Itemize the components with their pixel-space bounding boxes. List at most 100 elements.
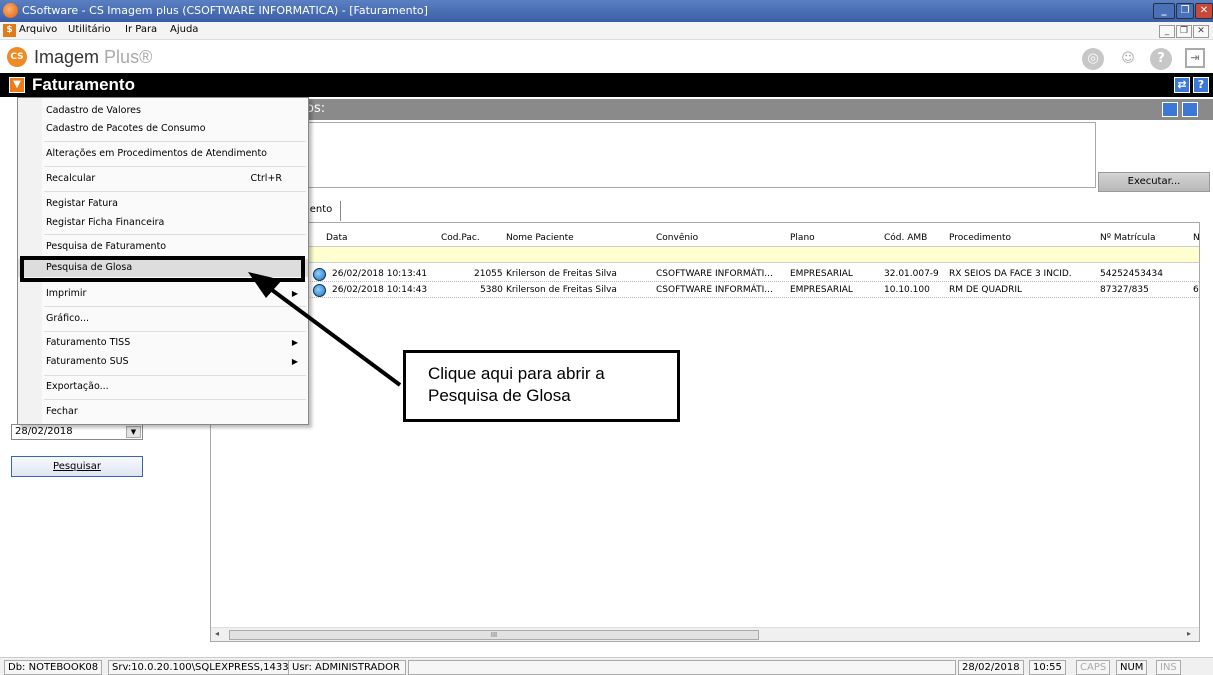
cell-registration: 54252453434 bbox=[1100, 269, 1163, 279]
results-grid: Data Cod.Pac. Nome Paciente Convênio Pla… bbox=[210, 222, 1200, 642]
status-date: 28/02/2018 bbox=[958, 660, 1024, 675]
menu-item-label: Exportação... bbox=[46, 381, 109, 392]
help-icon[interactable]: ? bbox=[1150, 48, 1172, 70]
menu-item-label: Cadastro de Valores bbox=[46, 105, 141, 116]
record-icon bbox=[313, 268, 326, 281]
cell-registration: 87327/835 bbox=[1100, 285, 1149, 295]
column-header[interactable]: Cód. AMB bbox=[884, 233, 927, 243]
cell-amb: 32.01.007-9 bbox=[884, 269, 939, 279]
minimize-button[interactable]: _ bbox=[1153, 3, 1175, 19]
cell-extra: 6 bbox=[1193, 285, 1199, 295]
menu-item-label: Fechar bbox=[46, 406, 78, 417]
switch-icon[interactable]: ⇄ bbox=[1174, 77, 1190, 93]
column-header[interactable]: Procedimento bbox=[949, 233, 1011, 243]
menu-item-cadastro-pacotes[interactable]: Cadastro de Pacotes de Consumo bbox=[18, 120, 308, 138]
menu-arquivo[interactable]: Arquivo bbox=[19, 24, 57, 35]
horizontal-scrollbar[interactable]: ◂ III ▸ bbox=[211, 627, 1199, 641]
cell-date: 26/02/2018 10:14:43 bbox=[332, 285, 428, 295]
menu-item-faturamento-tiss[interactable]: Faturamento TISS ▶ bbox=[18, 334, 308, 352]
menu-item-imprimir[interactable]: Imprimir ▶ bbox=[18, 285, 308, 303]
menu-item-exportacao[interactable]: Exportação... bbox=[18, 378, 308, 396]
table-row[interactable]: 26/02/2018 10:14:43 5380 Krilerson de Fr… bbox=[211, 284, 1199, 298]
submenu-arrow-icon: ▶ bbox=[291, 357, 298, 366]
brand-name-main: Imagem bbox=[34, 47, 100, 67]
menu-item-registar-ficha[interactable]: Registar Ficha Financeira bbox=[18, 214, 308, 232]
brand-name: Imagem Plus® bbox=[34, 47, 152, 68]
date-field[interactable]: 28/02/2018 ▼ bbox=[11, 424, 143, 440]
menu-item-label: Cadastro de Pacotes de Consumo bbox=[46, 123, 206, 134]
cell-plan: EMPRESARIAL bbox=[790, 269, 853, 279]
exit-icon[interactable]: ⇥ bbox=[1185, 48, 1205, 68]
mdi-minimize-button[interactable]: _ bbox=[1159, 25, 1175, 38]
menu-bar: $ Arquivo Utilitário Ir Para Ajuda _ ❐ ✕ bbox=[0, 22, 1213, 40]
menu-item-grafico[interactable]: Gráfico... bbox=[18, 310, 308, 328]
chevron-down-icon[interactable]: ▼ bbox=[126, 426, 141, 438]
status-bar: Db: NOTEBOOK08 Srv:10.0.20.100\SQLEXPRES… bbox=[0, 657, 1213, 675]
column-header[interactable]: Data bbox=[326, 233, 348, 243]
module-help-icon[interactable]: ? bbox=[1193, 77, 1209, 93]
cell-insurance: CSOFTWARE INFORMÁTI... bbox=[656, 285, 773, 295]
highlight-box bbox=[20, 256, 305, 282]
status-server: Srv:10.0.20.100\SQLEXPRESS,1433 bbox=[108, 660, 293, 675]
status-num: NUM bbox=[1116, 660, 1148, 675]
callout-line-2: Pesquisa de Glosa bbox=[428, 386, 571, 405]
cell-procedure: RX SEIOS DA FACE 3 INCID. bbox=[949, 269, 1072, 279]
cell-procedure: RM DE QUADRIL bbox=[949, 285, 1023, 295]
menu-item-fechar[interactable]: Fechar bbox=[18, 403, 308, 421]
window-title: CSoftware - CS Imagem plus (CSOFTWARE IN… bbox=[22, 4, 428, 17]
menu-item-label: Alterações em Procedimentos de Atendimen… bbox=[46, 148, 267, 159]
menu-item-label: Pesquisa de Faturamento bbox=[46, 241, 167, 252]
menu-item-alteracoes[interactable]: Alterações em Procedimentos de Atendimen… bbox=[18, 145, 308, 163]
column-header[interactable]: Convênio bbox=[656, 233, 698, 243]
menu-separator bbox=[44, 166, 306, 167]
column-header[interactable]: Cod.Pac. bbox=[441, 233, 480, 243]
module-title: Faturamento bbox=[32, 75, 135, 94]
globe-icon[interactable]: ◎ bbox=[1082, 48, 1104, 70]
table-row[interactable]: 26/02/2018 10:13:41 21055 Krilerson de F… bbox=[211, 268, 1199, 282]
menu-ir-para[interactable]: Ir Para bbox=[125, 24, 157, 35]
mdi-close-button[interactable]: ✕ bbox=[1193, 25, 1209, 38]
submenu-arrow-icon: ▶ bbox=[291, 338, 298, 347]
status-ins: INS bbox=[1156, 660, 1181, 675]
menu-item-label: Registar Fatura bbox=[46, 198, 118, 209]
section-bar: os: bbox=[210, 99, 1213, 120]
column-header[interactable]: N bbox=[1193, 233, 1200, 243]
column-header[interactable]: Nome Paciente bbox=[506, 233, 574, 243]
filter-area bbox=[210, 122, 1096, 188]
scroll-thumb[interactable]: III bbox=[229, 630, 759, 640]
cell-amb: 10.10.100 bbox=[884, 285, 930, 295]
scroll-right-icon[interactable]: ▸ bbox=[1187, 629, 1191, 638]
menu-item-recalcular[interactable]: Recalcular Ctrl+R bbox=[18, 170, 308, 188]
menu-separator bbox=[44, 331, 306, 332]
maximize-button[interactable]: ❐ bbox=[1176, 3, 1194, 19]
date-value: 28/02/2018 bbox=[15, 426, 73, 437]
column-header[interactable]: Nº Matrícula bbox=[1100, 233, 1156, 243]
menu-item-faturamento-sus[interactable]: Faturamento SUS ▶ bbox=[18, 353, 308, 371]
minimize-panel-icon[interactable] bbox=[1182, 102, 1198, 117]
column-header[interactable]: Plano bbox=[790, 233, 815, 243]
window-icon[interactable] bbox=[1162, 102, 1178, 117]
menu-item-pesquisa-faturamento[interactable]: Pesquisa de Faturamento bbox=[18, 238, 308, 256]
menu-separator bbox=[44, 375, 306, 376]
brand-name-plus: Plus® bbox=[104, 47, 153, 67]
menu-item-label: Faturamento SUS bbox=[46, 356, 129, 367]
user-icon[interactable]: ☺ bbox=[1117, 48, 1139, 70]
mdi-restore-button[interactable]: ❐ bbox=[1176, 25, 1192, 38]
instruction-callout: Clique aqui para abrir a Pesquisa de Glo… bbox=[403, 350, 680, 422]
scroll-left-icon[interactable]: ◂ bbox=[215, 629, 219, 638]
menu-item-label: Recalcular bbox=[46, 173, 96, 184]
tab-divider bbox=[340, 201, 341, 221]
filter-row[interactable] bbox=[211, 247, 1199, 263]
close-button[interactable]: ✕ bbox=[1195, 3, 1213, 19]
execute-button[interactable]: Executar... bbox=[1098, 172, 1210, 192]
module-bar: ▼ Faturamento ⇄ ? bbox=[0, 73, 1213, 97]
status-empty bbox=[408, 660, 956, 675]
module-menu-icon[interactable]: ▼ bbox=[9, 77, 25, 93]
search-button[interactable]: Pesquisar bbox=[11, 456, 143, 477]
record-icon bbox=[313, 284, 326, 297]
menu-ajuda[interactable]: Ajuda bbox=[170, 24, 198, 35]
menu-item-cadastro-valores[interactable]: Cadastro de Valores bbox=[18, 102, 308, 120]
menu-utilitario[interactable]: Utilitário bbox=[68, 24, 111, 35]
menu-item-label: Imprimir bbox=[46, 288, 87, 299]
menu-item-registar-fatura[interactable]: Registar Fatura bbox=[18, 195, 308, 213]
